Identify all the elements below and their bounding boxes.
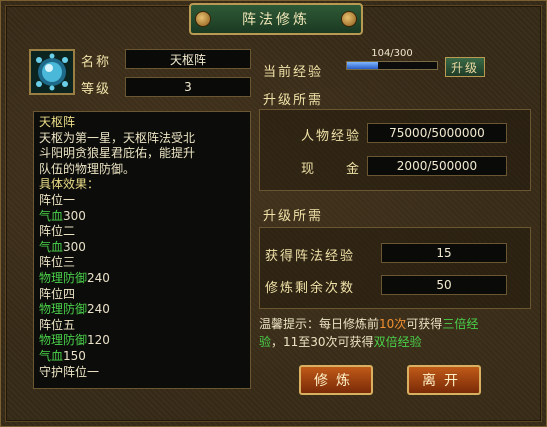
title-plate: 阵法修炼 <box>189 3 363 35</box>
exp-progress-fill <box>347 62 379 69</box>
current-exp-label: 当前经验 <box>263 65 324 80</box>
window-title: 阵法修炼 <box>242 12 310 28</box>
title-ornament-right-icon <box>341 11 357 27</box>
position-stat: 物理防御 <box>39 333 88 348</box>
upgrade-req-header: 升级所需 <box>263 93 324 108</box>
name-label: 名称 <box>81 55 112 70</box>
leave-button[interactable]: 离开 <box>407 365 481 395</box>
tip-part: ，11至30次可获得 <box>271 335 374 349</box>
position-name: 阵位四 <box>39 286 76 301</box>
exp-progress-bar <box>346 61 438 70</box>
title-ornament-left-icon <box>195 11 211 27</box>
level-label: 等级 <box>81 82 112 97</box>
tip-highlight: 10次 <box>379 317 407 331</box>
position-stat: 物理防御 <box>39 270 88 285</box>
tip-highlight: 验 <box>259 335 272 349</box>
train-button[interactable]: 修炼 <box>299 365 373 395</box>
name-field: 天枢阵 <box>125 49 251 69</box>
upgrade-req-panel <box>259 109 531 191</box>
formation-description-panel: 天枢阵 天枢为第一星，天枢阵法受北 斗阳明贪狼星君庇佑，能提升 队伍的物理防御。… <box>33 111 251 389</box>
position-effect: 气血300 <box>39 209 244 225</box>
position-value: 240 <box>87 302 110 317</box>
description-intro-line: 斗阳明贪狼星君庇佑，能提升 <box>39 146 196 161</box>
tip-text: 温馨提示：每日修炼前10次可获得三倍经验，11至30次可获得双倍经验 <box>259 315 529 351</box>
position-name: 阵位一 <box>39 192 76 207</box>
position-effect: 气血300 <box>39 240 244 256</box>
formation-icon-slot[interactable] <box>29 49 75 95</box>
formation-training-window: 阵法修炼 名称 天枢阵 等级 3 天枢阵 天枢为第一星，天枢阵法受北 斗阳明贪狼… <box>0 0 547 427</box>
position-name: 阵位二 <box>39 224 76 239</box>
blue-orb-icon <box>31 51 73 93</box>
cash-label: 现 金 <box>301 162 362 177</box>
remain-count-field: 50 <box>381 275 507 295</box>
tip-highlight: 双倍经验 <box>373 335 422 349</box>
train-req-panel <box>259 227 531 309</box>
effects-header: 具体效果： <box>39 177 100 192</box>
train-req-header: 升级所需 <box>263 209 324 224</box>
position-effect: 物理防御120 <box>39 333 244 349</box>
position-value: 300 <box>63 208 86 223</box>
tip-part: 可获得 <box>406 317 443 331</box>
position-name: 阵位五 <box>39 317 76 332</box>
position-effect: 气血150 <box>39 349 244 365</box>
position-name: 守护阵位一 <box>39 364 100 379</box>
upgrade-button[interactable]: 升级 <box>445 57 485 77</box>
char-exp-field: 75000/5000000 <box>367 123 507 143</box>
position-value: 120 <box>87 333 110 348</box>
position-effect: 物理防御240 <box>39 271 244 287</box>
description-intro-line: 队伍的物理防御。 <box>39 161 136 176</box>
exp-text: 104/300 <box>371 48 413 59</box>
position-stat: 气血 <box>39 208 64 223</box>
description-intro-line: 天枢为第一星，天枢阵法受北 <box>39 130 196 145</box>
char-exp-label: 人物经验 <box>301 129 362 144</box>
level-field: 3 <box>125 77 251 97</box>
position-value: 300 <box>63 239 86 254</box>
tip-highlight: 三倍经 <box>442 317 479 331</box>
position-name: 阵位三 <box>39 255 76 270</box>
position-stat: 物理防御 <box>39 302 88 317</box>
position-value: 240 <box>87 270 110 285</box>
description-title: 天枢阵 <box>39 115 76 129</box>
tip-part: 温馨提示：每日修炼前 <box>259 317 380 331</box>
cash-field: 2000/500000 <box>367 156 507 176</box>
position-stat: 气血 <box>39 239 64 254</box>
position-effect: 物理防御240 <box>39 302 244 318</box>
remain-count-label: 修炼剩余次数 <box>265 281 356 296</box>
position-stat: 气血 <box>39 348 64 363</box>
gain-exp-field: 15 <box>381 243 507 263</box>
position-value: 150 <box>63 348 86 363</box>
gain-exp-label: 获得阵法经验 <box>265 249 356 264</box>
